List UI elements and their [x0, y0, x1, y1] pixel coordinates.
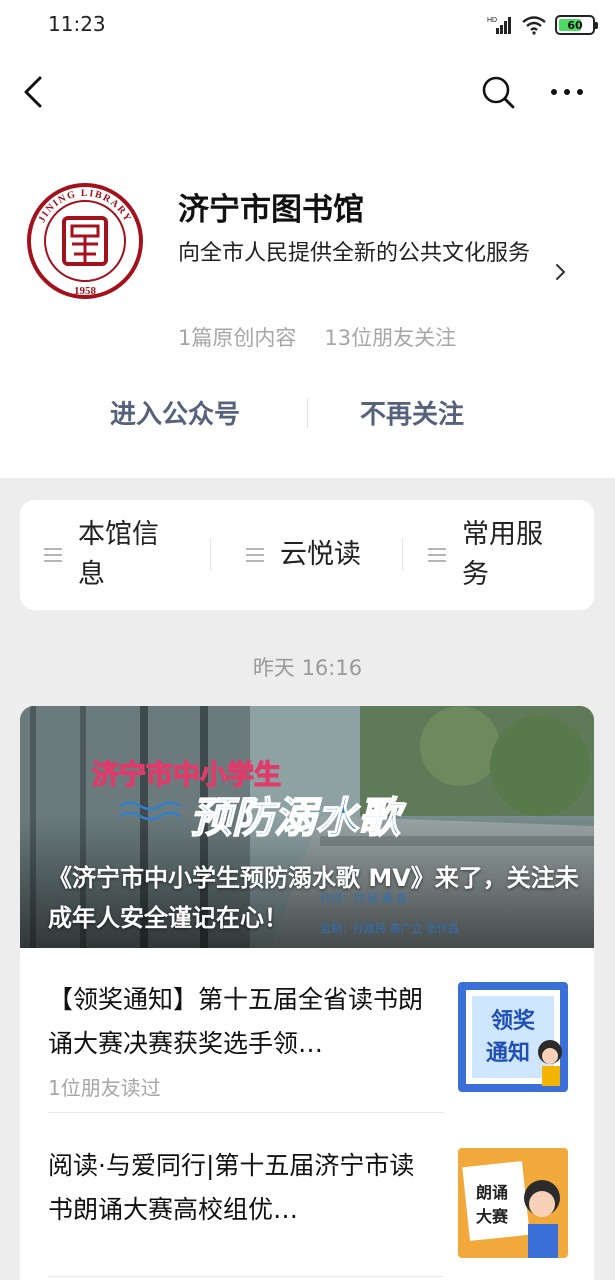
feed-card: 济宁市中小学生 预防溺水歌 作词：刘 丽 蕉 勇 监制：孙建民 高广立 张作昌 … — [20, 706, 594, 1280]
menu-divider — [402, 538, 403, 570]
menu-item-library-info[interactable]: 本馆信息 — [44, 500, 214, 610]
article-item[interactable]: 【领奖通知】第十五届全省读书朗诵大赛决赛获奖选手领… 1位朋友读过 领奖 通知 — [48, 978, 568, 1148]
account-description[interactable]: 向全市人民提供全新的公共文化服务 — [178, 237, 550, 271]
chevron-left-icon — [24, 76, 42, 108]
menu-lines-icon — [44, 548, 62, 562]
cover-article[interactable]: 济宁市中小学生 预防溺水歌 作词：刘 丽 蕉 勇 监制：孙建民 高广立 张作昌 … — [20, 706, 594, 948]
library-logo-icon: JINING LIBRARY 1958 — [27, 183, 143, 299]
status-bar: 11:23 HD 60 — [0, 0, 615, 50]
thumb-text-line2: 通知 — [486, 1040, 530, 1066]
search-icon — [482, 76, 515, 109]
more-dots-icon — [551, 89, 583, 95]
svg-text:HD: HD — [487, 17, 497, 24]
award-notice-image: 领奖 通知 — [458, 982, 568, 1092]
thumb-text-line1: 朗诵 — [476, 1183, 508, 1202]
account-name: 济宁市图书馆 — [178, 192, 364, 228]
article-thumbnail: 朗诵 大赛 — [458, 1148, 568, 1258]
battery-icon: 60 — [555, 15, 598, 35]
menu-item-cloud-reading[interactable]: 云悦读 — [246, 500, 406, 610]
menu-lines-icon — [246, 548, 264, 562]
banner-line1: 济宁市中小学生 — [92, 759, 281, 791]
signal-icon: HD — [487, 17, 511, 34]
account-header: 11:23 HD 60 JINING LIBRARY 1958 济宁市图书馆 向… — [0, 0, 615, 478]
article-title: 【领奖通知】第十五届全省读书朗诵大赛决赛获奖选手领… — [48, 985, 424, 1058]
menu-label: 云悦读 — [280, 539, 361, 570]
more-button[interactable] — [544, 72, 590, 112]
status-icons: HD 60 — [487, 14, 598, 36]
chevron-right-icon — [556, 264, 565, 280]
recitation-contest-image: 朗诵 大赛 — [458, 1148, 568, 1258]
article-item[interactable]: 阅读·与爱同行|第十五届济宁市读书朗诵大赛高校组优… 朗诵 大赛 — [48, 1144, 568, 1280]
article-title: 阅读·与爱同行|第十五届济宁市读书朗诵大赛高校组优… — [48, 1151, 415, 1224]
account-stats: 1篇原创内容 13位朋友关注 — [178, 322, 456, 352]
status-time: 11:23 — [48, 12, 106, 36]
thumb-text-line2: 大赛 — [476, 1207, 509, 1226]
article-divider — [48, 1276, 444, 1277]
search-button[interactable] — [478, 72, 518, 112]
menu-label: 常用服务 — [462, 519, 543, 590]
logo-year: 1958 — [74, 285, 97, 297]
article-thumbnail: 领奖 通知 — [458, 982, 568, 1092]
account-logo[interactable]: JINING LIBRARY 1958 — [26, 182, 144, 300]
description-arrow[interactable] — [552, 260, 570, 284]
article-meta: 1位朋友读过 — [48, 1076, 161, 1100]
enter-account-button[interactable]: 进入公众号 — [110, 394, 240, 431]
menu-divider — [210, 538, 211, 570]
friends-following: 13位朋友关注 — [324, 326, 457, 350]
wifi-icon — [522, 16, 546, 35]
nav-bar — [0, 58, 615, 128]
menu-lines-icon — [428, 548, 446, 562]
article-divider — [48, 1112, 444, 1113]
banner-line2: 预防溺水歌 — [190, 793, 407, 842]
back-button[interactable] — [16, 70, 56, 114]
action-divider — [307, 398, 308, 428]
thumb-text-line1: 领奖 — [491, 1008, 536, 1034]
cover-headline: 《济宁市中小学生预防溺水歌 MV》来了，关注未成年人安全谨记在心！ — [48, 864, 579, 932]
unfollow-button[interactable]: 不再关注 — [360, 394, 464, 431]
battery-level: 60 — [567, 18, 583, 32]
menu-item-common-services[interactable]: 常用服务 — [428, 500, 588, 610]
menu-label: 本馆信息 — [78, 519, 159, 590]
account-menu: 本馆信息 云悦读 常用服务 — [20, 500, 594, 610]
original-count: 1篇原创内容 — [178, 326, 297, 350]
feed-date: 昨天 16:16 — [252, 656, 363, 680]
